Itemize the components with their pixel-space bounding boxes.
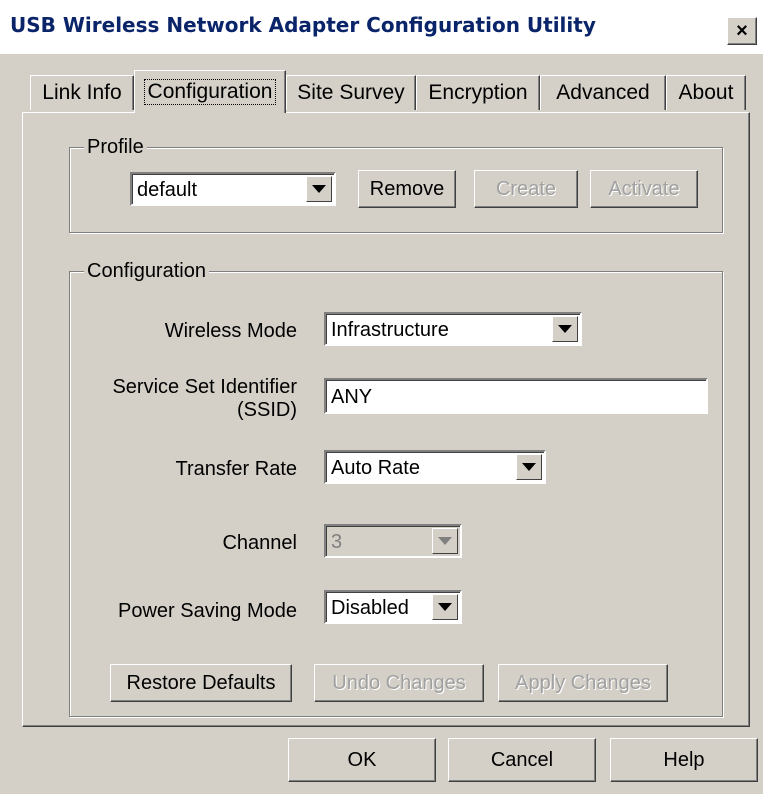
title-bar: USB Wireless Network Adapter Configurati… [0,0,763,54]
profile-select[interactable]: default [130,172,336,206]
ssid-input[interactable]: ANY [324,378,708,414]
chevron-down-icon[interactable] [306,176,332,202]
power-saving-value: Disabled [331,597,409,619]
chevron-down-icon[interactable] [516,454,542,480]
wireless-mode-select[interactable]: Infrastructure [324,312,582,346]
undo-changes-button[interactable]: Undo Changes [314,664,484,702]
wireless-mode-value: Infrastructure [331,319,449,341]
tab-panel: Profile default Remove Create Activate C… [22,112,750,727]
configuration-legend: Configuration [84,260,209,283]
apply-changes-button[interactable]: Apply Changes [498,664,668,702]
window-title: USB Wireless Network Adapter Configurati… [10,13,596,37]
chevron-down-icon[interactable] [432,594,458,620]
chevron-down-icon[interactable] [432,528,458,554]
ssid-value: ANY [331,386,373,408]
power-saving-select[interactable]: Disabled [324,590,462,624]
profile-legend: Profile [84,136,147,159]
ok-button[interactable]: OK [288,738,436,782]
restore-defaults-button[interactable]: Restore Defaults [110,664,292,702]
channel-value: 3 [331,531,343,553]
power-saving-label: Power Saving Mode [118,600,297,622]
close-button[interactable]: × [727,17,757,45]
chevron-down-icon[interactable] [552,316,578,342]
tab-about[interactable]: About [666,75,746,110]
remove-button[interactable]: Remove [358,170,456,208]
transfer-rate-label: Transfer Rate [175,458,297,480]
help-button[interactable]: Help [610,738,758,782]
channel-select[interactable]: 3 [324,524,462,558]
cancel-button[interactable]: Cancel [448,738,596,782]
ssid-label: Service Set Identifier (SSID) [112,376,297,421]
profile-group: Profile default Remove Create Activate [69,136,723,233]
tab-site-survey[interactable]: Site Survey [286,75,416,110]
create-button[interactable]: Create [474,170,578,208]
activate-button[interactable]: Activate [590,170,698,208]
tab-advanced[interactable]: Advanced [540,75,666,110]
wireless-mode-label: Wireless Mode [164,320,297,342]
configuration-group: Configuration Wireless Mode Infrastructu… [69,260,723,717]
transfer-rate-value: Auto Rate [331,457,420,479]
profile-select-value: default [137,179,198,201]
tab-configuration[interactable]: Configuration [134,70,286,113]
tab-encryption[interactable]: Encryption [416,75,540,110]
close-icon: × [736,19,748,42]
transfer-rate-select[interactable]: Auto Rate [324,450,546,484]
tab-link-info[interactable]: Link Info [30,75,134,110]
channel-label: Channel [222,532,297,554]
